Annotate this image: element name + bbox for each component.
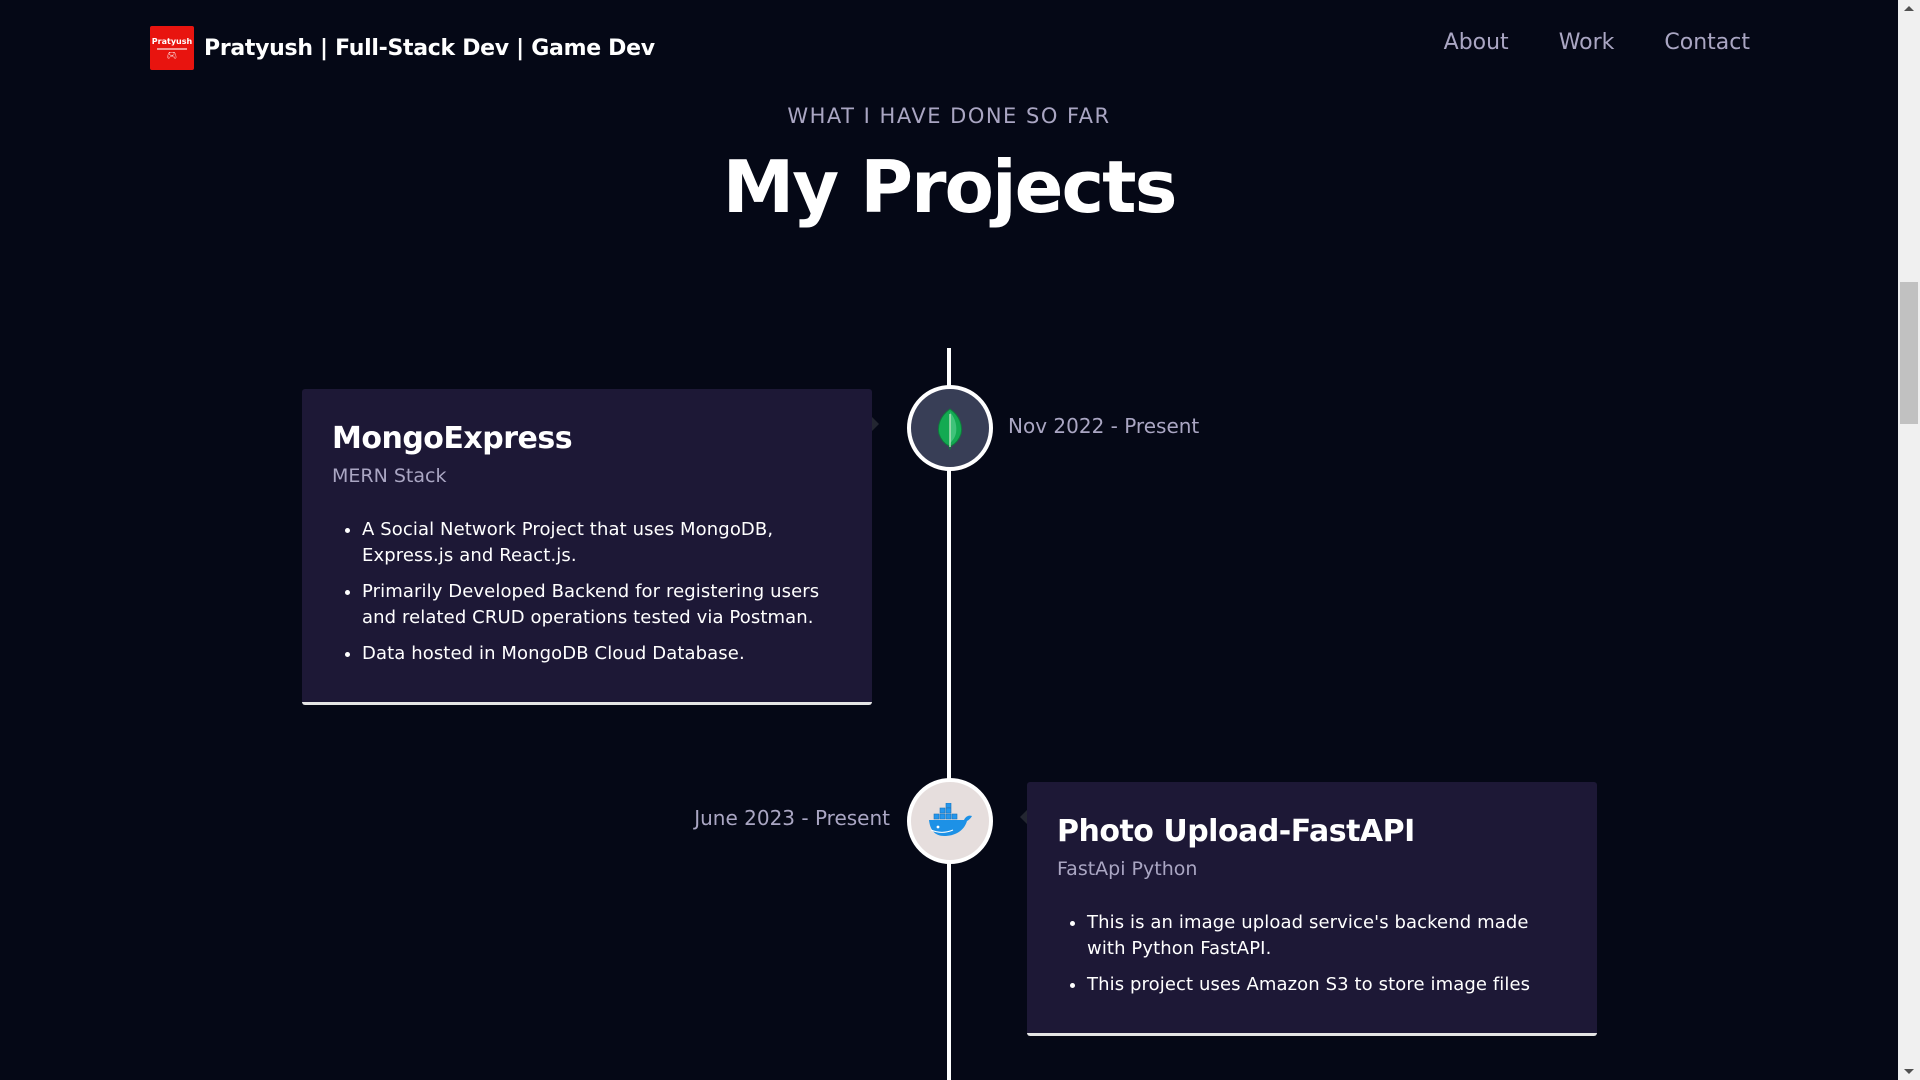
timeline-icon-docker	[907, 778, 993, 864]
project-subtitle: MERN Stack	[332, 465, 447, 487]
nav-links: About Work Contact	[1444, 30, 1750, 55]
brand-title: Pratyush | Full-Stack Dev | Game Dev	[204, 35, 655, 61]
scroll-up-arrow-icon[interactable]	[1904, 6, 1914, 11]
card-arrow	[872, 417, 879, 431]
logo-text: Pratyush	[151, 36, 193, 46]
card-arrow	[1020, 810, 1027, 824]
project-title: Photo Upload-FastAPI	[1057, 814, 1415, 849]
project-point: This is an image upload service's backen…	[1087, 910, 1567, 962]
project-date: June 2023 - Present	[694, 806, 890, 830]
project-points: This is an image upload service's backen…	[1057, 910, 1567, 998]
project-title: MongoExpress	[332, 421, 573, 456]
gamepad-icon: 🎮︎	[166, 50, 178, 60]
project-subtitle: FastApi Python	[1057, 858, 1198, 880]
project-card-mongoexpress: MongoExpress MERN Stack A Social Network…	[302, 389, 879, 705]
nav-link-work[interactable]: Work	[1559, 30, 1615, 55]
project-card-photo-upload: Photo Upload-FastAPI FastApi Python This…	[1020, 782, 1597, 1036]
navbar: Pratyush 🎮︎ Pratyush | Full-Stack Dev | …	[0, 0, 1898, 94]
section-title: My Projects	[722, 145, 1178, 229]
project-point: This project uses Amazon S3 to store ima…	[1087, 972, 1567, 998]
project-point: Data hosted in MongoDB Cloud Database.	[362, 641, 842, 667]
logo-divider	[157, 47, 187, 50]
mongodb-leaf-icon	[937, 408, 963, 450]
logo: Pratyush 🎮︎	[150, 26, 194, 70]
nav-link-contact[interactable]: Contact	[1664, 30, 1750, 55]
brand-home-link[interactable]: Pratyush 🎮︎ Pratyush | Full-Stack Dev | …	[150, 26, 655, 70]
project-point: A Social Network Project that uses Mongo…	[362, 517, 842, 569]
section-subtitle: WHAT I HAVE DONE SO FAR	[787, 104, 1111, 128]
scrollbar-thumb[interactable]	[1900, 282, 1918, 424]
project-points: A Social Network Project that uses Mongo…	[332, 517, 842, 667]
docker-whale-icon	[929, 803, 972, 836]
project-point: Primarily Developed Backend for register…	[362, 579, 842, 631]
timeline-icon-mongodb	[907, 385, 993, 471]
vertical-scrollbar[interactable]	[1898, 0, 1920, 1080]
project-date: Nov 2022 - Present	[1008, 414, 1200, 438]
nav-link-about[interactable]: About	[1444, 30, 1509, 55]
portfolio-page: Pratyush 🎮︎ Pratyush | Full-Stack Dev | …	[0, 0, 1920, 1080]
scroll-down-arrow-icon[interactable]	[1904, 1069, 1914, 1074]
